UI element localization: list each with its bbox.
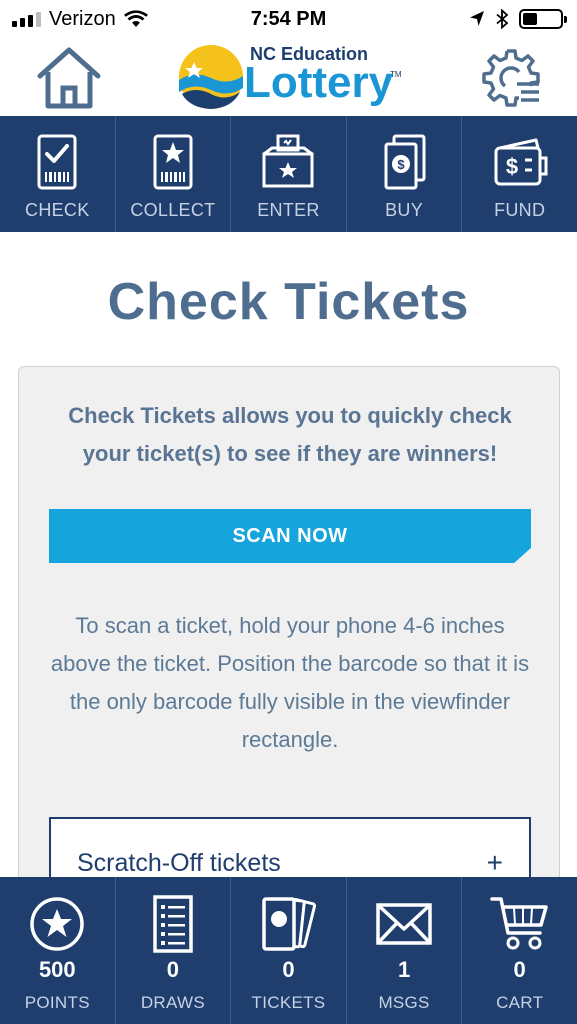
tickets-icon bbox=[262, 897, 317, 951]
bottom-nav-draws[interactable]: 0 DRAWS bbox=[116, 877, 232, 1024]
signal-strength-icon bbox=[12, 11, 41, 27]
msgs-count: 1 bbox=[397, 957, 411, 982]
nav-collect-label: COLLECT bbox=[130, 200, 216, 220]
check-ticket-icon bbox=[37, 134, 77, 190]
scratch-off-accordion[interactable]: Scratch-Off tickets + bbox=[49, 817, 531, 877]
cart-label: CART bbox=[496, 993, 544, 1012]
points-label: POINTS bbox=[24, 993, 90, 1012]
home-button[interactable] bbox=[36, 46, 102, 110]
expand-plus-icon[interactable]: + bbox=[487, 847, 503, 877]
nav-check-label: CHECK bbox=[25, 200, 90, 220]
cart-icon bbox=[489, 897, 548, 950]
battery-icon bbox=[519, 9, 567, 29]
nav-fund[interactable]: $ FUND bbox=[462, 116, 577, 232]
settings-button[interactable] bbox=[481, 48, 541, 108]
intro-text: Check Tickets allows you to quickly chec… bbox=[68, 403, 512, 466]
check-tickets-card: Check Tickets allows you to quickly chec… bbox=[18, 366, 560, 877]
collect-ticket-icon bbox=[153, 134, 193, 190]
nav-buy-label: BUY bbox=[385, 200, 424, 220]
tickets-count: 0 bbox=[282, 957, 295, 982]
carrier-name: Verizon bbox=[49, 7, 116, 30]
svg-text:$: $ bbox=[506, 154, 518, 179]
nav-collect[interactable]: COLLECT bbox=[116, 116, 232, 232]
bottom-nav-tickets[interactable]: 0 TICKETS bbox=[231, 877, 347, 1024]
scan-now-button[interactable]: SCAN NOW bbox=[49, 509, 531, 563]
ballot-box-icon bbox=[262, 134, 314, 188]
scan-instructions: To scan a ticket, hold your phone 4-6 in… bbox=[50, 613, 530, 752]
bottom-nav-points[interactable]: 500 POINTS bbox=[0, 877, 116, 1024]
bottom-nav-msgs[interactable]: 1 MSGS bbox=[347, 877, 463, 1024]
buy-ticket-icon: $ bbox=[384, 134, 426, 190]
status-bar: Verizon 7:54 PM bbox=[0, 0, 577, 38]
bluetooth-icon bbox=[496, 9, 509, 29]
main-content[interactable]: Check Tickets Check Tickets allows you t… bbox=[0, 232, 577, 877]
page-title: Check Tickets bbox=[107, 273, 470, 331]
nav-buy[interactable]: $ BUY bbox=[347, 116, 463, 232]
accordion-title: Scratch-Off tickets bbox=[77, 849, 281, 877]
nc-lottery-logo[interactable]: NC Education Lottery TM bbox=[176, 40, 402, 114]
wifi-icon bbox=[123, 10, 148, 27]
logo-trademark: TM bbox=[390, 70, 402, 79]
bottom-nav: 500 POINTS 0 DRAWS 0 TICKETS 1 MSGS 0 CA… bbox=[0, 877, 577, 1024]
cart-count: 0 bbox=[513, 957, 526, 982]
wallet-icon: $ bbox=[494, 138, 548, 186]
draws-label: DRAWS bbox=[140, 993, 205, 1012]
nav-check[interactable]: CHECK bbox=[0, 116, 116, 232]
home-icon bbox=[37, 47, 101, 109]
logo-wordmark: Lottery bbox=[244, 58, 394, 107]
draw-slip-icon bbox=[153, 895, 193, 953]
nav-enter-label: ENTER bbox=[257, 200, 320, 220]
svg-text:$: $ bbox=[397, 157, 405, 172]
logo-emblem-icon bbox=[179, 45, 243, 109]
status-right bbox=[469, 0, 567, 38]
tickets-label: TICKETS bbox=[251, 993, 326, 1012]
gear-icon bbox=[482, 49, 540, 107]
draws-count: 0 bbox=[166, 957, 180, 982]
envelope-icon bbox=[376, 903, 432, 945]
location-arrow-icon bbox=[470, 11, 484, 26]
msgs-label: MSGS bbox=[378, 993, 430, 1012]
status-left: Verizon bbox=[12, 0, 148, 38]
nav-fund-label: FUND bbox=[494, 200, 546, 220]
nav-enter[interactable]: ENTER bbox=[231, 116, 347, 232]
app-header: NC Education Lottery TM bbox=[0, 38, 577, 116]
star-badge-icon bbox=[30, 897, 85, 951]
points-count: 500 bbox=[38, 957, 76, 982]
bottom-nav-cart[interactable]: 0 CART bbox=[462, 877, 577, 1024]
top-nav: CHECK COLLECT ENTER $ BUY $ FUND bbox=[0, 116, 577, 232]
